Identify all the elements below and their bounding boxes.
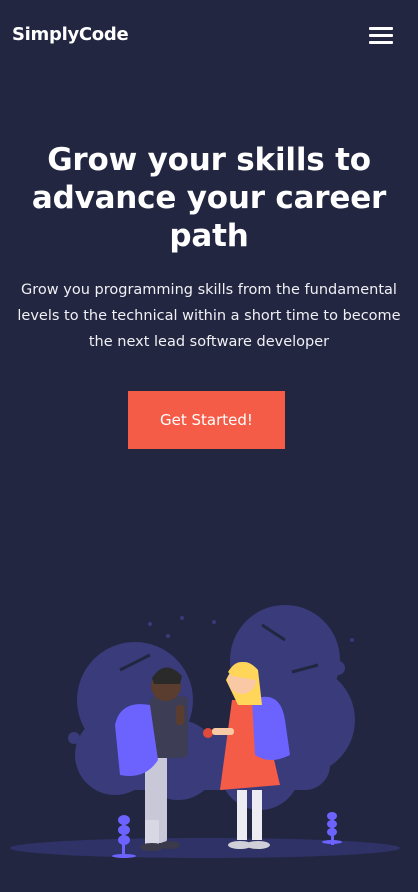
site-logo[interactable]: SimplyCode [12,24,129,45]
hero-title: Grow your skills to advance your career … [31,142,387,254]
get-started-button[interactable]: Get Started! [128,391,285,449]
navbar: SimplyCode [0,0,418,72]
hamburger-menu-icon[interactable] [369,27,393,45]
students-illustration [10,605,400,858]
hero-subtitle: Grow you programming skills from the fun… [17,282,401,350]
